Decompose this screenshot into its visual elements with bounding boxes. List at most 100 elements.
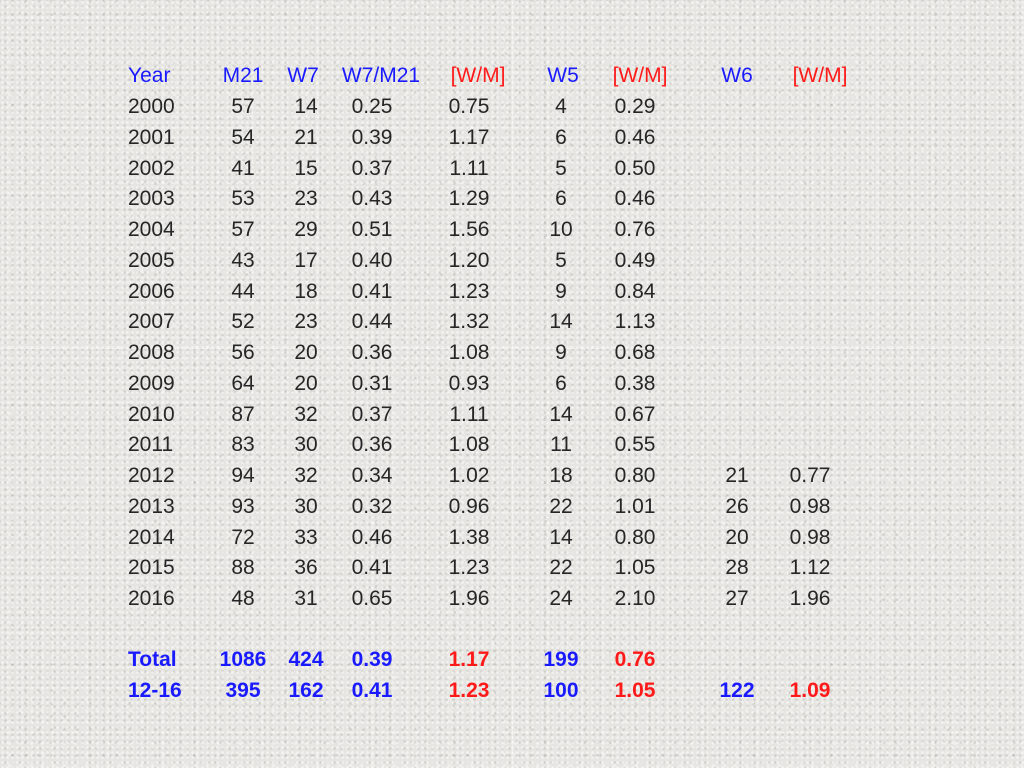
cell-w5: 5 — [555, 156, 567, 180]
cell-w7: 30 — [294, 433, 318, 457]
cell-w7: 23 — [294, 187, 318, 211]
cell-year: 2009 — [128, 371, 175, 395]
cell-w7-m21: 0.41 — [351, 279, 393, 303]
cell-m21: 57 — [231, 218, 255, 241]
column-header-w7-m21: W7/M21 — [341, 64, 421, 87]
cell-year: 2003 — [128, 187, 175, 211]
cell-year: 2000 — [128, 95, 175, 118]
total-cell-year: Total — [128, 648, 177, 671]
cell-year: 2007 — [128, 310, 175, 334]
cell-wm-w7: 1.02 — [448, 464, 490, 487]
texture-seam — [873, 0, 874, 768]
cell-w7: 20 — [294, 341, 318, 364]
cell-wm-w5: 0.29 — [614, 95, 656, 118]
cell-w5: 10 — [549, 218, 573, 241]
total-cell-w7-m21: 0.41 — [351, 679, 393, 702]
cell-w7-m21: 0.43 — [351, 187, 393, 211]
total-cell-wm-w7: 1.17 — [448, 648, 490, 671]
cell-wm-w7: 1.20 — [448, 248, 490, 272]
cell-wm-w7: 1.96 — [448, 587, 490, 610]
total-cell-year: 12-16 — [128, 679, 182, 702]
cell-year: 2014 — [128, 525, 175, 549]
cell-year: 2008 — [128, 341, 175, 364]
cell-wm-w5: 0.38 — [614, 371, 656, 395]
total-cell-w7-m21: 0.39 — [351, 648, 393, 671]
cell-w7: 18 — [294, 279, 318, 303]
cell-w5: 9 — [555, 279, 567, 303]
cell-wm-w5: 0.68 — [614, 341, 656, 364]
cell-w6: 21 — [725, 464, 749, 487]
cell-wm-w6: 0.98 — [789, 494, 831, 518]
cell-year: 2006 — [128, 279, 175, 303]
cell-w7-m21: 0.46 — [351, 525, 393, 549]
cell-m21: 53 — [231, 187, 255, 211]
cell-w7: 32 — [294, 464, 318, 487]
cell-year: 2002 — [128, 156, 175, 180]
cell-w7: 31 — [294, 587, 318, 610]
cell-w7-m21: 0.32 — [351, 494, 393, 518]
cell-wm-w5: 1.13 — [614, 310, 656, 334]
cell-w7: 32 — [294, 402, 318, 426]
cell-w5: 5 — [555, 248, 567, 272]
cell-wm-w6: 0.77 — [789, 464, 831, 487]
texture-seam — [512, 0, 513, 768]
cell-w5: 6 — [555, 371, 567, 395]
cell-w7: 17 — [294, 248, 318, 272]
cell-year: 2012 — [128, 464, 175, 487]
cell-wm-w7: 0.75 — [448, 95, 490, 118]
cell-wm-w7: 1.08 — [448, 433, 490, 457]
cell-m21: 83 — [231, 433, 255, 457]
cell-w7-m21: 0.40 — [351, 248, 393, 272]
cell-wm-w6: 0.98 — [789, 525, 831, 549]
column-header-wm-w5: [W/M] — [612, 64, 668, 87]
cell-m21: 72 — [231, 525, 255, 549]
cell-m21: 57 — [231, 95, 255, 118]
cell-w5: 24 — [549, 587, 573, 610]
cell-w7-m21: 0.31 — [351, 371, 393, 395]
cell-wm-w5: 0.80 — [614, 464, 656, 487]
cell-w7-m21: 0.51 — [351, 218, 393, 241]
cell-w5: 4 — [555, 95, 567, 118]
cell-w7: 36 — [294, 556, 318, 580]
column-header-w6: W6 — [721, 64, 753, 87]
cell-w7-m21: 0.36 — [351, 433, 393, 457]
cell-wm-w7: 1.32 — [448, 310, 490, 334]
cell-m21: 87 — [231, 402, 255, 426]
cell-wm-w5: 0.46 — [614, 125, 656, 149]
cell-m21: 54 — [231, 125, 255, 149]
cell-w7-m21: 0.39 — [351, 125, 393, 149]
total-cell-wm-w5: 1.05 — [614, 679, 656, 702]
total-cell-m21: 395 — [225, 679, 261, 702]
cell-wm-w7: 1.23 — [448, 556, 490, 580]
cell-year: 2001 — [128, 125, 175, 149]
cell-year: 2013 — [128, 494, 175, 518]
total-cell-m21: 1086 — [219, 648, 267, 671]
cell-w7: 30 — [294, 494, 318, 518]
column-header-year: Year — [128, 64, 171, 87]
cell-m21: 93 — [231, 494, 255, 518]
cell-w5: 14 — [549, 402, 573, 426]
cell-wm-w7: 1.29 — [448, 187, 490, 211]
cell-m21: 44 — [231, 279, 255, 303]
column-header-w7: W7 — [287, 64, 319, 87]
total-cell-wm-w5: 0.76 — [614, 648, 656, 671]
column-header-m21: M21 — [222, 64, 264, 87]
cell-wm-w7: 1.17 — [448, 125, 490, 149]
cell-m21: 48 — [231, 587, 255, 610]
cell-w5: 6 — [555, 187, 567, 211]
cell-wm-w5: 0.46 — [614, 187, 656, 211]
cell-wm-w5: 2.10 — [614, 587, 656, 610]
column-header-wm-w6: [W/M] — [792, 64, 848, 87]
cell-wm-w7: 1.23 — [448, 279, 490, 303]
cell-wm-w7: 1.38 — [448, 525, 490, 549]
cell-wm-w6: 1.96 — [789, 587, 831, 610]
cell-wm-w5: 0.84 — [614, 279, 656, 303]
cell-w5: 9 — [555, 341, 567, 364]
total-cell-wm-w6: 1.09 — [789, 679, 831, 702]
cell-year: 2005 — [128, 248, 175, 272]
cell-wm-w7: 1.08 — [448, 341, 490, 364]
cell-year: 2010 — [128, 402, 175, 426]
cell-w7-m21: 0.36 — [351, 341, 393, 364]
column-header-w5: W5 — [547, 64, 579, 87]
cell-wm-w7: 1.11 — [449, 156, 489, 180]
